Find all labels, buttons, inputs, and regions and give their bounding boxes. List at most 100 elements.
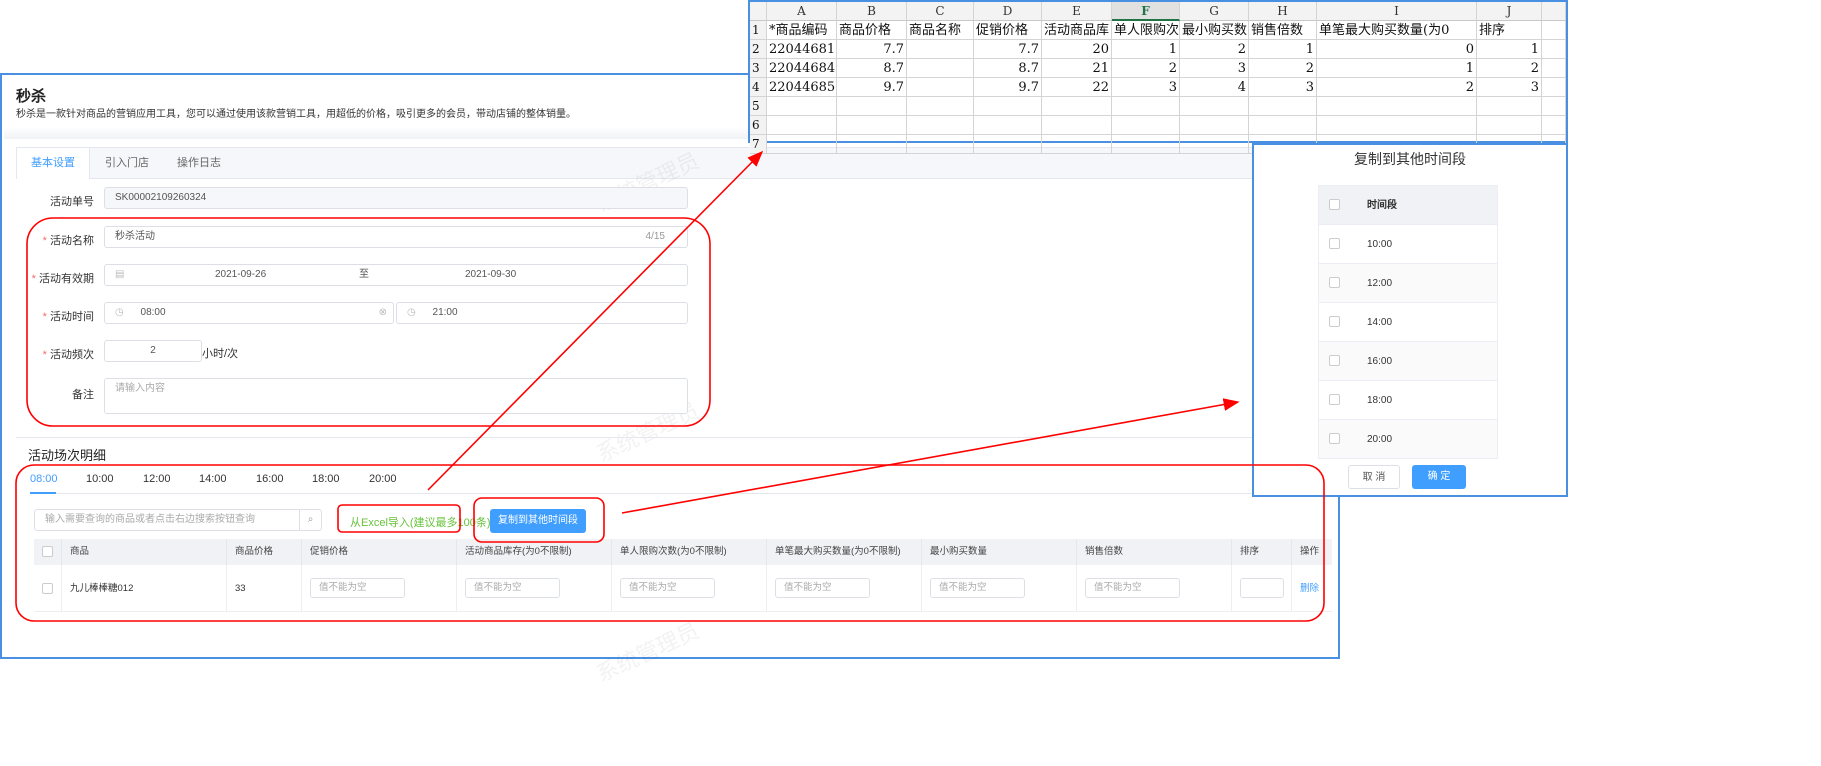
excel-cell[interactable] [767,97,837,116]
excel-cell[interactable] [907,116,974,135]
excel-cell[interactable] [837,135,907,154]
column-header[interactable]: J [1477,2,1542,21]
excel-cell[interactable]: 1 [1477,40,1542,59]
excel-cell[interactable] [1542,78,1566,97]
time-tab-1600[interactable]: 16:00 [256,473,284,485]
tab-operation-log[interactable]: 操作日志 [163,148,235,179]
excel-cell[interactable] [1542,59,1566,78]
excel-cell[interactable] [1542,116,1566,135]
column-header[interactable]: H [1249,2,1317,21]
excel-cell[interactable] [837,97,907,116]
excel-header-cell[interactable]: 单人限购次 [1112,21,1180,40]
row-number[interactable]: 2 [750,40,767,59]
excel-cell[interactable]: 1 [1249,40,1317,59]
excel-header-cell[interactable] [1542,21,1566,40]
excel-cell[interactable] [837,116,907,135]
multiple-input[interactable]: 值不能为空 [1085,578,1180,599]
delete-link[interactable]: 删除 [1292,565,1332,612]
excel-cell[interactable]: 2 [1180,40,1249,59]
excel-cell[interactable]: 2 [1112,59,1180,78]
excel-cell[interactable] [1180,116,1249,135]
excel-cell[interactable] [1542,40,1566,59]
max-per-order-input[interactable]: 值不能为空 [775,578,870,599]
row-number[interactable]: 4 [750,78,767,97]
time-slot-checkbox[interactable] [1329,394,1340,405]
time-tab-1800[interactable]: 18:00 [312,473,340,485]
excel-header-cell[interactable]: 单笔最大购买数量(为0 [1317,21,1477,40]
excel-cell[interactable]: 22 [1042,78,1112,97]
excel-header-cell[interactable]: *商品编码 [767,21,837,40]
excel-cell[interactable]: 2 [1477,59,1542,78]
time-slot-checkbox[interactable] [1329,433,1340,444]
tab-basic-settings[interactable]: 基本设置 [17,148,90,179]
excel-cell[interactable]: 21 [1042,59,1112,78]
copy-to-other-slots-button[interactable]: 复制到其他时间段 [490,509,586,533]
excel-cell[interactable]: 9.7 [974,78,1042,97]
excel-cell[interactable] [1317,97,1477,116]
excel-cell[interactable] [1112,135,1180,154]
excel-cell[interactable] [767,135,837,154]
confirm-button[interactable]: 确 定 [1412,465,1466,489]
column-header[interactable]: I [1317,2,1477,21]
time-tab-0800[interactable]: 08:00 [30,473,58,485]
excel-header-cell[interactable]: 促销价格 [974,21,1042,40]
time-slot-checkbox[interactable] [1329,277,1340,288]
excel-cell[interactable] [1477,116,1542,135]
excel-cell[interactable]: 9.7 [837,78,907,97]
excel-cell[interactable]: 4 [1180,78,1249,97]
excel-cell[interactable] [974,135,1042,154]
excel-cell[interactable] [767,116,837,135]
excel-cell[interactable]: 3 [1477,78,1542,97]
row-number[interactable]: 6 [750,116,767,135]
excel-cell[interactable]: 3 [1112,78,1180,97]
excel-cell[interactable] [974,116,1042,135]
excel-cell[interactable] [1477,97,1542,116]
column-header[interactable] [1542,2,1566,21]
per-user-limit-input[interactable]: 值不能为空 [620,578,715,599]
time-slot-checkbox[interactable] [1329,238,1340,249]
start-time-picker[interactable]: ◷ 08:00 ⊗ [104,302,394,324]
excel-cell[interactable]: 0 [1317,40,1477,59]
excel-cell[interactable]: 1 [1112,40,1180,59]
excel-cell[interactable] [1112,97,1180,116]
excel-cell[interactable] [1042,97,1112,116]
time-tab-1400[interactable]: 14:00 [199,473,227,485]
date-range-picker[interactable]: ▤ 2021-09-26 至 2021-09-30 [104,264,688,286]
column-header[interactable]: B [837,2,907,21]
excel-cell[interactable]: 22044685 [767,78,837,97]
column-header[interactable]: E [1042,2,1112,21]
activity-name-input[interactable]: 秒杀活动 4/15 [104,226,688,248]
excel-cell[interactable]: 1 [1317,59,1477,78]
excel-header-cell[interactable]: 排序 [1477,21,1542,40]
row-number[interactable]: 5 [750,97,767,116]
excel-cell[interactable]: 7.7 [974,40,1042,59]
excel-cell[interactable] [907,135,974,154]
excel-cell[interactable]: 3 [1180,59,1249,78]
excel-header-cell[interactable]: 商品名称 [907,21,974,40]
excel-cell[interactable] [1542,97,1566,116]
tab-import-stores[interactable]: 引入门店 [91,148,163,179]
promo-price-input[interactable]: 值不能为空 [310,578,405,599]
time-tab-1000[interactable]: 10:00 [86,473,114,485]
select-all-checkbox[interactable] [1329,199,1340,210]
excel-cell[interactable]: 22044684 [767,59,837,78]
frequency-input[interactable]: 2 [104,340,202,362]
column-header[interactable]: A [767,2,837,21]
column-header[interactable]: C [907,2,974,21]
column-header[interactable]: F [1112,2,1180,21]
min-qty-input[interactable]: 值不能为空 [930,578,1025,599]
row-number[interactable]: 1 [750,21,767,40]
excel-cell[interactable]: 3 [1249,78,1317,97]
column-header[interactable]: D [974,2,1042,21]
select-all-corner[interactable] [750,2,767,21]
excel-cell[interactable]: 2 [1317,78,1477,97]
time-slot-checkbox[interactable] [1329,316,1340,327]
excel-cell[interactable]: 7.7 [837,40,907,59]
time-slot-checkbox[interactable] [1329,355,1340,366]
remark-textarea[interactable]: 请输入内容 [104,378,688,414]
excel-cell[interactable] [907,59,974,78]
excel-cell[interactable] [1042,135,1112,154]
excel-cell[interactable] [907,97,974,116]
excel-cell[interactable] [907,78,974,97]
cancel-button[interactable]: 取 消 [1348,465,1400,489]
